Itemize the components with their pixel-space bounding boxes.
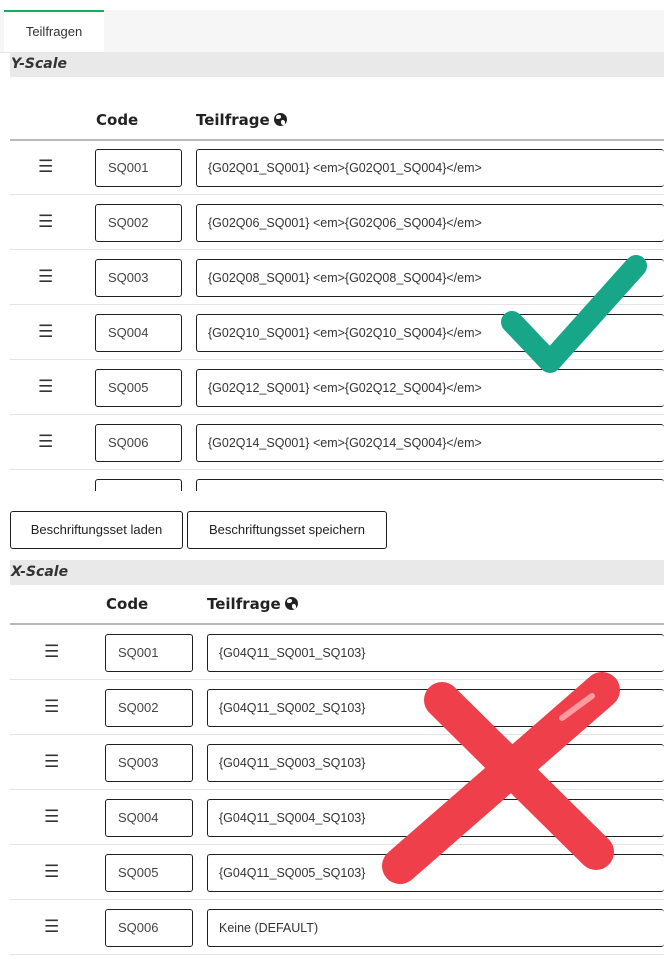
code-input-partial[interactable]	[95, 479, 182, 491]
subquestion-input[interactable]: Keine (DEFAULT)	[207, 909, 664, 947]
table-row: ☰ SQ004 {G04Q11_SQ004_SQ103}	[10, 790, 664, 845]
load-label-set-button[interactable]: Beschriftungsset laden	[10, 511, 183, 549]
x-scale-section-title: X-Scale	[10, 560, 664, 585]
table-row: ☰ SQ005 {G04Q11_SQ005_SQ103}	[10, 845, 664, 900]
drag-handle-icon[interactable]: ☰	[38, 433, 53, 450]
table-row: ☰ SQ003 {G02Q08_SQ001} <em>{G02Q08_SQ004}<…	[10, 250, 664, 305]
subquestion-input[interactable]: {G02Q01_SQ001} <em>{G02Q01_SQ004}</em>	[196, 149, 664, 187]
subquestion-input[interactable]: {G04Q11_SQ004_SQ103}	[207, 799, 664, 837]
drag-handle-icon[interactable]: ☰	[38, 158, 53, 175]
table-row: ☰ SQ001 {G02Q01_SQ001} <em>{G02Q01_SQ004}<…	[10, 140, 664, 195]
subquestion-input[interactable]: {G02Q14_SQ001} <em>{G02Q14_SQ004}</em>	[196, 424, 664, 462]
subquestion-input[interactable]: {G02Q08_SQ001} <em>{G02Q08_SQ004}</em>	[196, 259, 664, 297]
y-scale-scroll-cutoff	[0, 477, 664, 491]
tab-bar: Teilfragen	[0, 10, 664, 53]
subquestion-input[interactable]: {G02Q06_SQ001} <em>{G02Q06_SQ004}</em>	[196, 204, 664, 242]
code-input[interactable]: SQ003	[105, 744, 193, 782]
table-row: ☰ SQ006 {G02Q14_SQ001} <em>{G02Q14_SQ004}<…	[10, 415, 664, 470]
code-input[interactable]: SQ003	[95, 259, 182, 297]
globe-icon	[273, 113, 287, 126]
table-row: ☰ SQ006 Keine (DEFAULT)	[10, 900, 664, 955]
code-input[interactable]: SQ002	[95, 204, 182, 242]
code-input[interactable]: SQ004	[105, 799, 193, 837]
y-scale-subquestion-header: Teilfrage	[196, 111, 287, 129]
code-input[interactable]: SQ001	[105, 634, 193, 672]
drag-handle-icon[interactable]: ☰	[44, 808, 59, 825]
x-scale-code-header: Code	[106, 595, 149, 613]
code-input[interactable]: SQ004	[95, 314, 182, 352]
code-input[interactable]: SQ005	[105, 854, 193, 892]
subquestion-input[interactable]: {G04Q11_SQ005_SQ103}	[207, 854, 664, 892]
table-row: ☰ SQ001 {G04Q11_SQ001_SQ103}	[10, 625, 664, 680]
globe-icon	[284, 597, 298, 610]
code-input[interactable]: SQ001	[95, 149, 182, 187]
drag-handle-icon[interactable]: ☰	[38, 213, 53, 230]
drag-handle-icon[interactable]: ☰	[38, 268, 53, 285]
drag-handle-icon[interactable]: ☰	[44, 698, 59, 715]
table-row: ☰ SQ002 {G04Q11_SQ002_SQ103}	[10, 680, 664, 735]
code-input[interactable]: SQ002	[105, 689, 193, 727]
code-input[interactable]: SQ005	[95, 369, 182, 407]
drag-handle-icon[interactable]: ☰	[38, 378, 53, 395]
subquestion-input[interactable]: {G02Q12_SQ001} <em>{G02Q12_SQ004}</em>	[196, 369, 664, 407]
x-scale-subquestion-header: Teilfrage	[207, 595, 298, 613]
drag-handle-icon[interactable]: ☰	[44, 918, 59, 935]
save-label-set-button[interactable]: Beschriftungsset speichern	[187, 511, 387, 549]
subquestion-input[interactable]: {G04Q11_SQ002_SQ103}	[207, 689, 664, 727]
table-row: ☰ SQ002 {G02Q06_SQ001} <em>{G02Q06_SQ004}<…	[10, 195, 664, 250]
y-scale-section-title: Y-Scale	[10, 52, 664, 77]
table-row: ☰ SQ004 {G02Q10_SQ001} <em>{G02Q10_SQ004}<…	[10, 305, 664, 360]
code-input[interactable]: SQ006	[95, 424, 182, 462]
drag-handle-icon[interactable]: ☰	[44, 863, 59, 880]
table-row: ☰ SQ003 {G04Q11_SQ003_SQ103}	[10, 735, 664, 790]
x-scale-subquestion-header-label: Teilfrage	[207, 595, 281, 613]
code-input[interactable]: SQ006	[105, 909, 193, 947]
y-scale-subquestion-header-label: Teilfrage	[196, 111, 270, 129]
y-scale-code-header: Code	[96, 111, 139, 129]
drag-handle-icon[interactable]: ☰	[38, 323, 53, 340]
subquestion-input[interactable]: {G02Q10_SQ001} <em>{G02Q10_SQ004}</em>	[196, 314, 664, 352]
drag-handle-icon[interactable]: ☰	[44, 753, 59, 770]
subquestion-input[interactable]: {G04Q11_SQ001_SQ103}	[207, 634, 664, 672]
table-row: ☰ SQ005 {G02Q12_SQ001} <em>{G02Q12_SQ004}<…	[10, 360, 664, 415]
subquestion-input[interactable]: {G04Q11_SQ003_SQ103}	[207, 744, 664, 782]
tab-teilfragen[interactable]: Teilfragen	[4, 10, 104, 52]
subquestion-input-partial[interactable]	[196, 479, 664, 491]
drag-handle-icon[interactable]: ☰	[44, 643, 59, 660]
